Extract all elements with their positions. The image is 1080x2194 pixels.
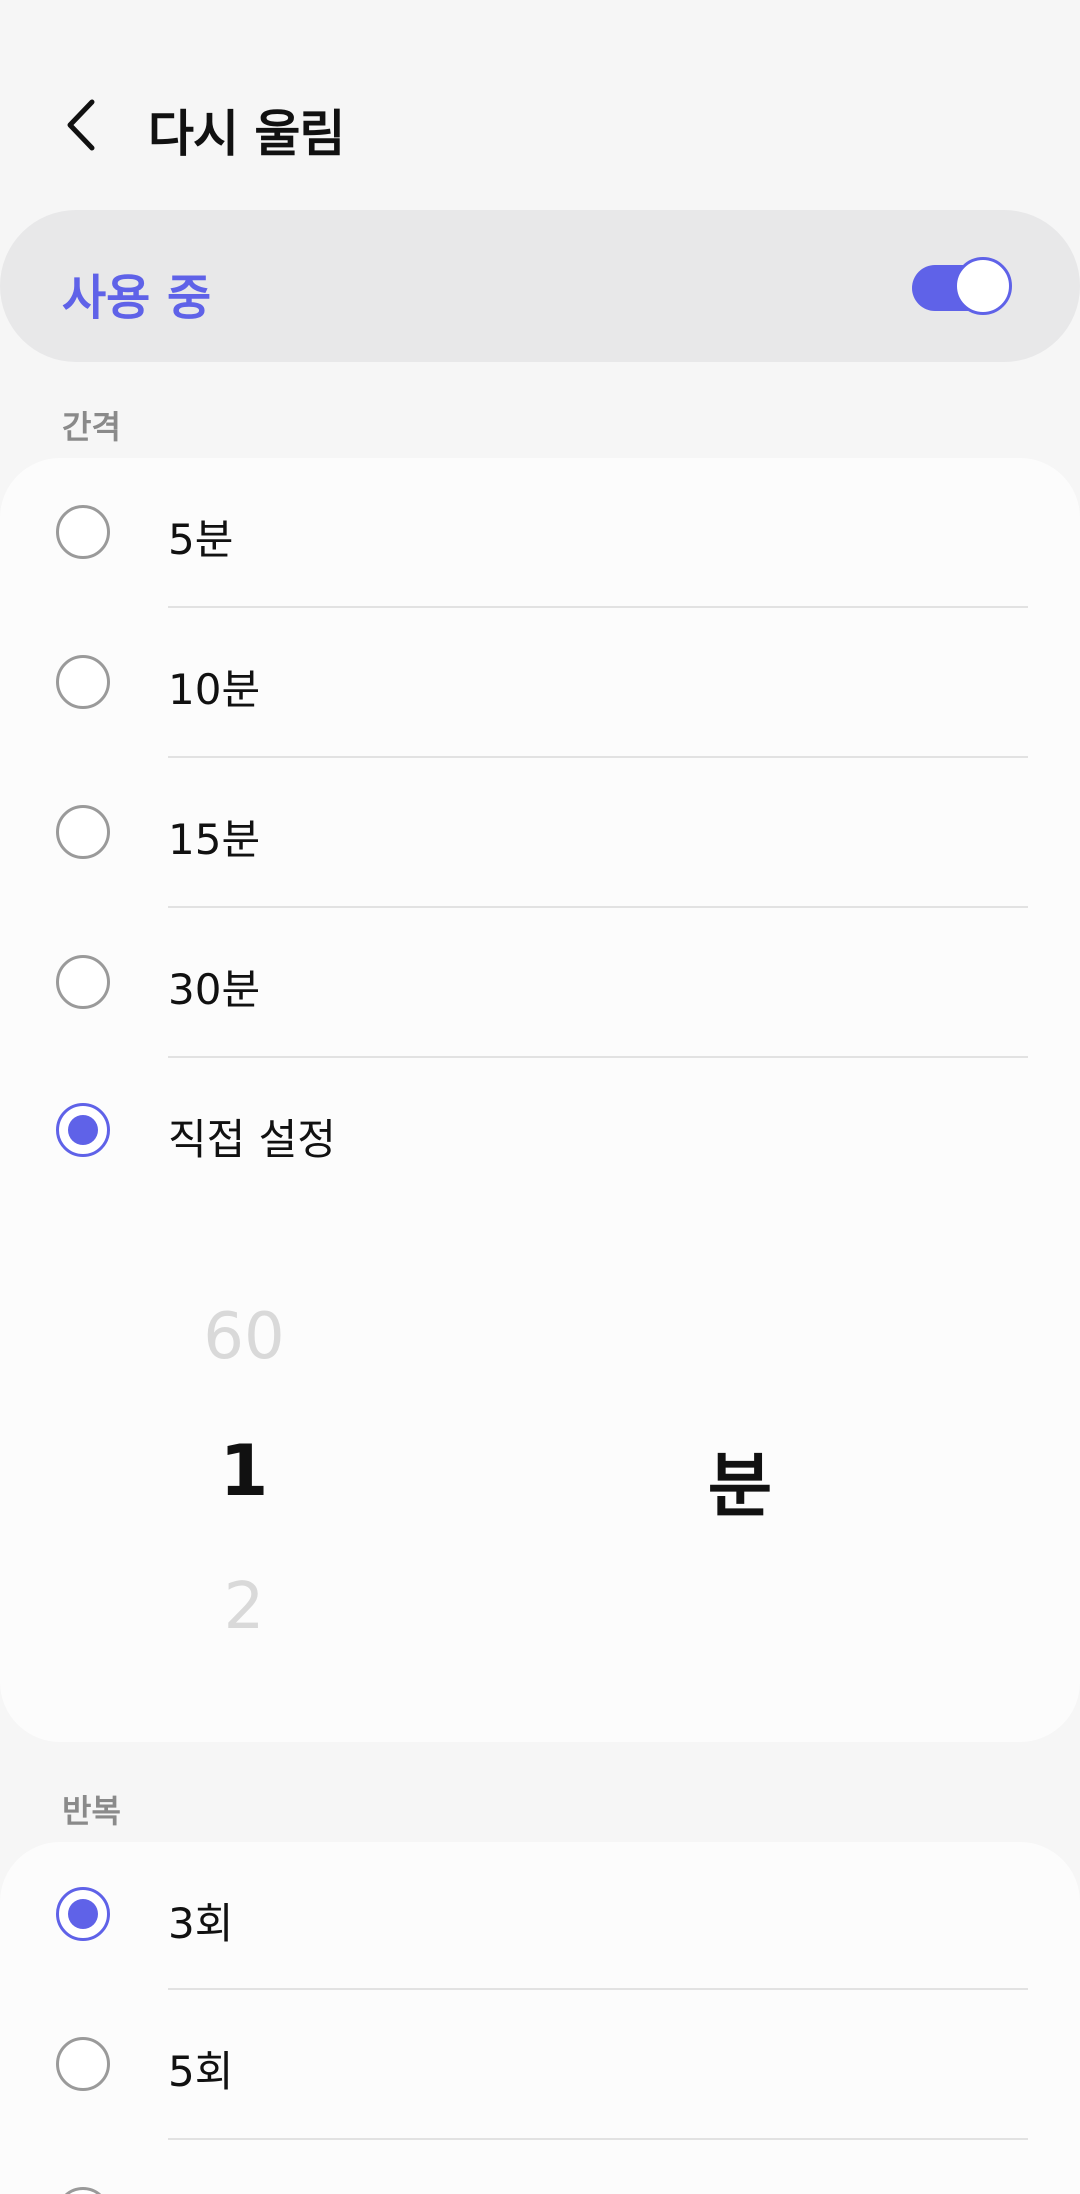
option-label: 30분 xyxy=(168,965,261,1014)
interval-option-30[interactable]: 30분 xyxy=(0,908,1080,1058)
chevron-left-icon xyxy=(67,99,95,151)
minute-picker[interactable]: 60 1 2 분 xyxy=(0,1240,1080,1700)
interval-option-5[interactable]: 5분 xyxy=(0,458,1080,608)
interval-option-10[interactable]: 10분 xyxy=(0,608,1080,758)
master-toggle-label: 사용 중 xyxy=(62,270,212,326)
radio-button[interactable] xyxy=(56,805,110,859)
interval-section-label: 간격 xyxy=(62,408,121,446)
radio-button[interactable] xyxy=(56,655,110,709)
picker-selected-value[interactable]: 1 xyxy=(124,1430,364,1512)
picker-next-value[interactable]: 2 xyxy=(124,1570,364,1644)
interval-option-custom[interactable]: 직접 설정 xyxy=(0,1058,1080,1208)
option-label: 5분 xyxy=(168,515,234,564)
radio-button[interactable] xyxy=(56,505,110,559)
radio-button[interactable] xyxy=(56,2037,110,2091)
radio-button[interactable] xyxy=(56,2187,110,2194)
repeat-option-3[interactable]: 3회 xyxy=(0,1842,1080,1992)
radio-button[interactable] xyxy=(56,955,110,1009)
option-label: 10분 xyxy=(168,665,261,714)
repeat-section-label: 반복 xyxy=(62,1792,121,1830)
radio-button-selected[interactable] xyxy=(56,1887,110,1941)
switch-knob xyxy=(954,257,1012,315)
repeat-option-more[interactable] xyxy=(0,2140,1080,2194)
repeat-card: 3회 5회 xyxy=(0,1842,1080,2194)
repeat-option-5[interactable]: 5회 xyxy=(0,1990,1080,2140)
picker-prev-value[interactable]: 60 xyxy=(124,1300,364,1374)
option-label: 15분 xyxy=(168,815,261,864)
picker-unit-label: 분 xyxy=(707,1445,773,1527)
option-label: 직접 설정 xyxy=(168,1115,336,1164)
back-button[interactable] xyxy=(50,90,120,160)
radio-button-selected[interactable] xyxy=(56,1103,110,1157)
option-label: 5회 xyxy=(168,2047,234,2096)
app-bar: 다시 울림 xyxy=(0,60,1080,200)
snooze-settings-page: 다시 울림 사용 중 간격 5분 10분 15분 30분 직접 설정 60 1 … xyxy=(0,0,1080,2194)
page-title: 다시 울림 xyxy=(148,105,345,163)
option-label: 3회 xyxy=(168,1899,234,1948)
interval-option-15[interactable]: 15분 xyxy=(0,758,1080,908)
master-toggle-switch[interactable] xyxy=(912,257,1012,315)
